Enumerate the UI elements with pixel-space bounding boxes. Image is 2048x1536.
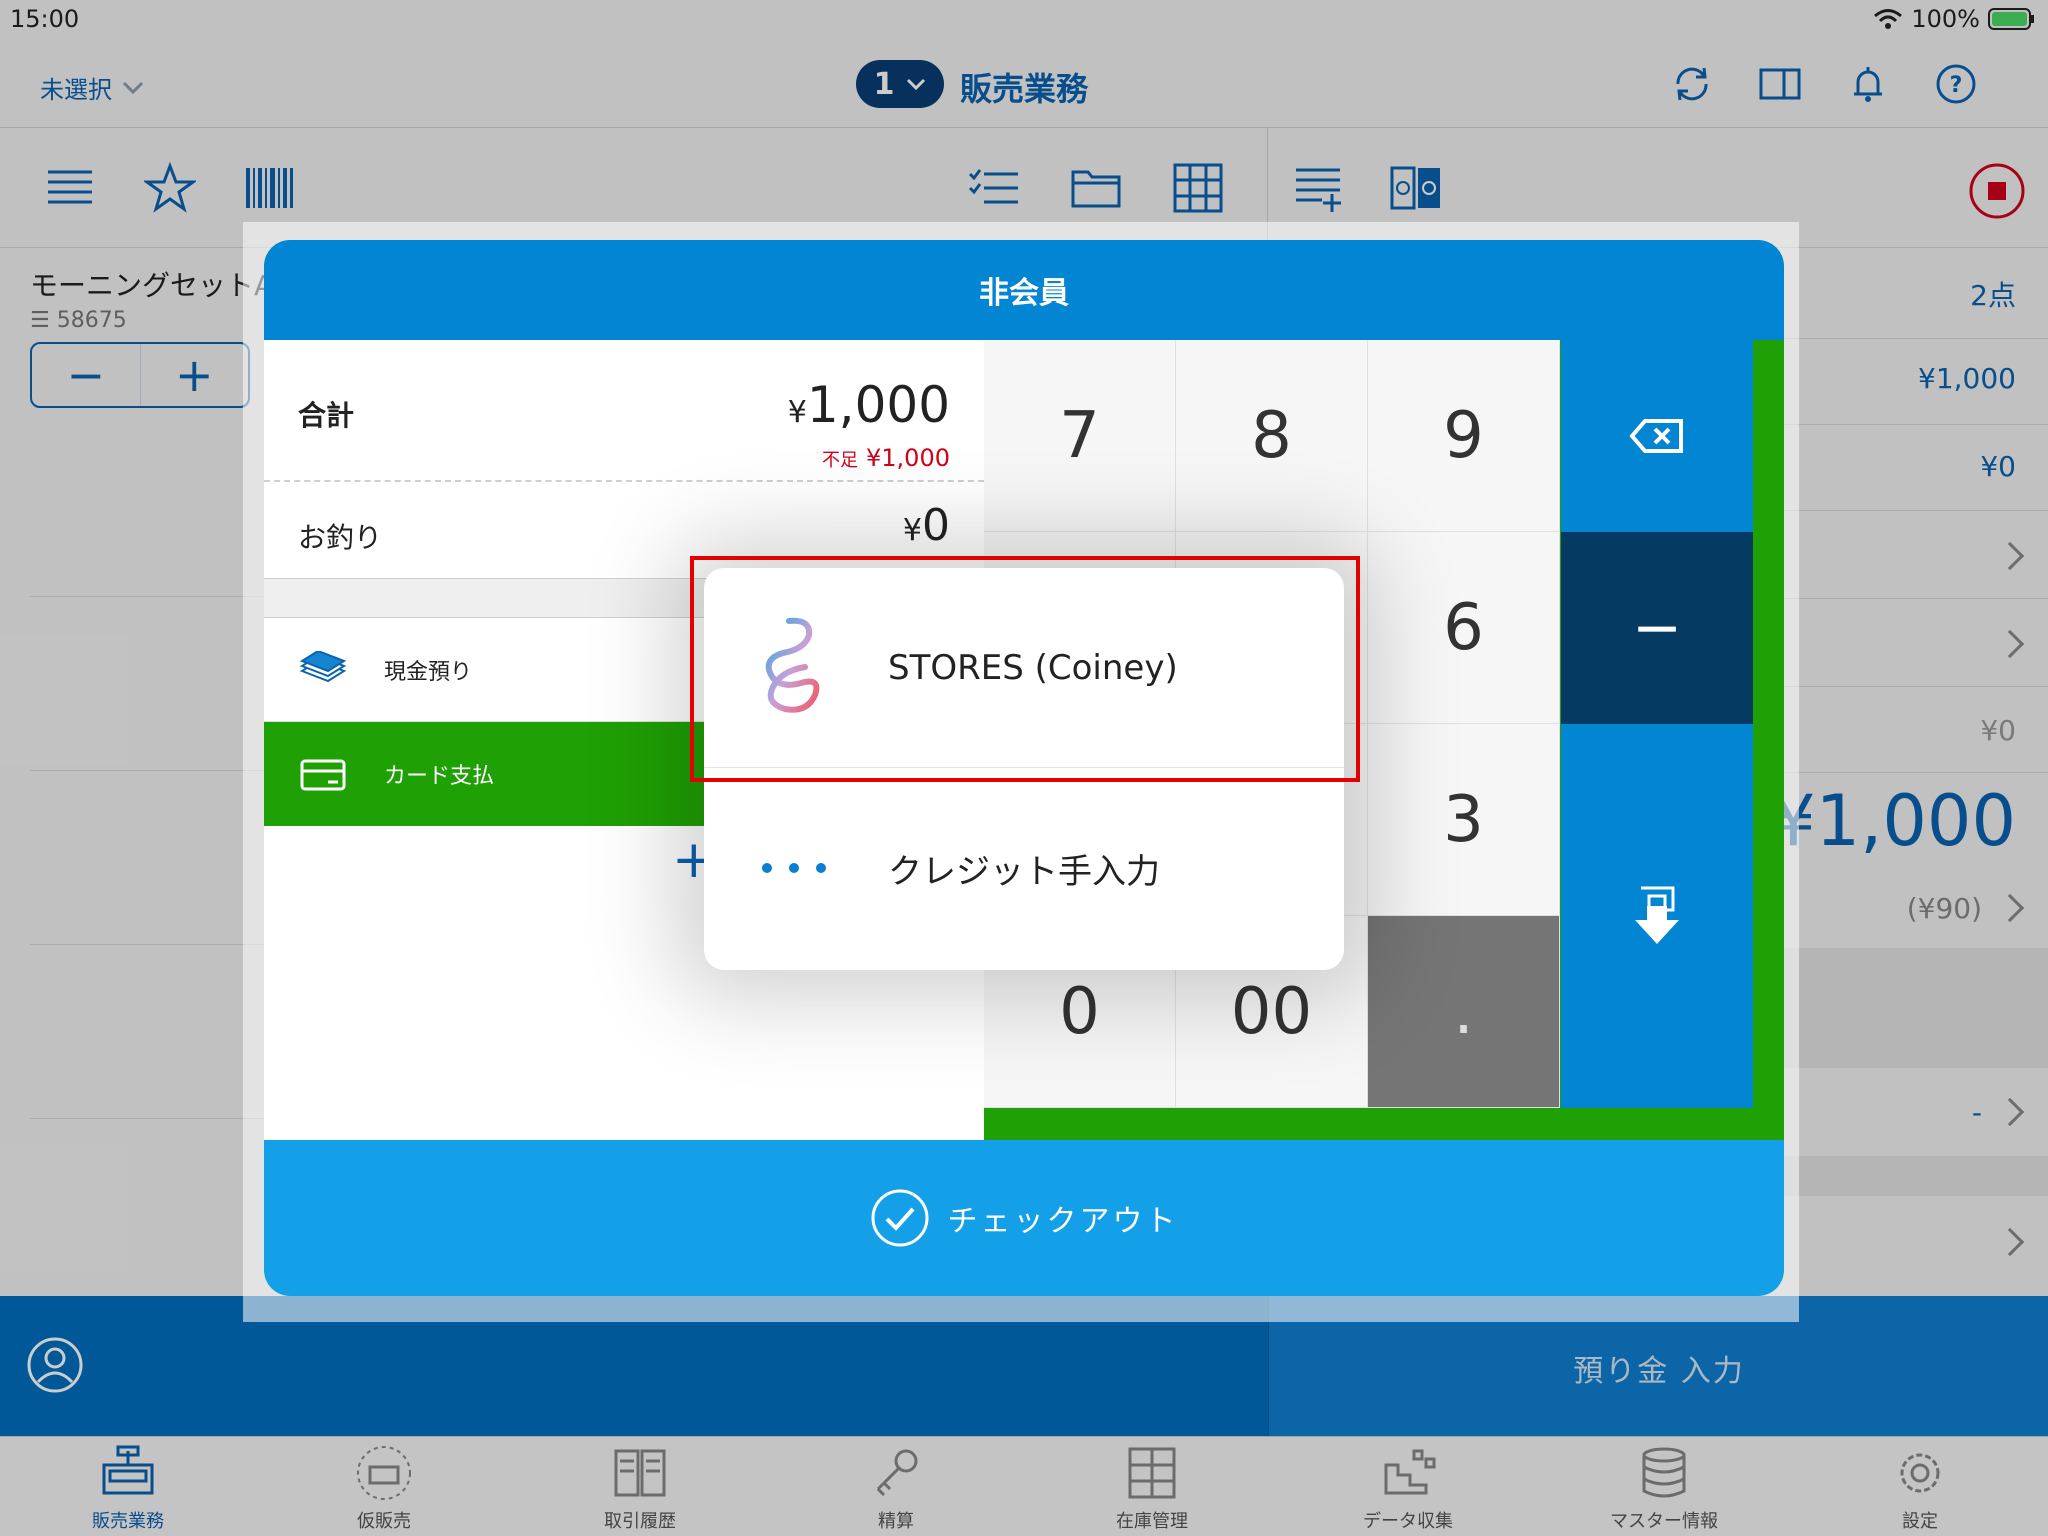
change-value: ¥0 bbox=[903, 500, 950, 551]
payment-method-label: カード支払 bbox=[384, 764, 495, 789]
payment-method-label: 現金預り bbox=[384, 659, 473, 685]
total-amount: 1,000 bbox=[806, 376, 950, 434]
highlight-box bbox=[690, 556, 1360, 782]
key-8[interactable]: 8 bbox=[1176, 340, 1368, 532]
option-label: クレジット手入力 bbox=[888, 851, 1160, 892]
key-6[interactable]: 6 bbox=[1368, 532, 1560, 724]
backspace-icon bbox=[1629, 419, 1683, 453]
yen-symbol: ¥ bbox=[787, 395, 807, 430]
yen-symbol: ¥ bbox=[902, 513, 922, 548]
modal-title: 非会員 bbox=[264, 240, 1784, 340]
check-circle-icon bbox=[871, 1189, 928, 1247]
shortage-label: 不足 bbox=[822, 450, 859, 471]
enter-button[interactable] bbox=[1561, 724, 1753, 1108]
minus-button[interactable]: − bbox=[1561, 532, 1753, 724]
total-value: ¥1,000 bbox=[788, 376, 950, 434]
backspace-button[interactable] bbox=[1561, 340, 1753, 532]
enter-icon bbox=[1635, 886, 1679, 944]
card-icon bbox=[300, 759, 346, 791]
total-label: 合計 bbox=[298, 399, 355, 432]
key-7[interactable]: 7 bbox=[984, 340, 1176, 532]
key-3[interactable]: 3 bbox=[1368, 724, 1560, 916]
more-icon bbox=[744, 813, 844, 923]
shortage: 不足 ¥1,000 bbox=[822, 444, 950, 472]
checkout-button[interactable]: チェックアウト bbox=[264, 1140, 1784, 1296]
key-decimal[interactable]: . bbox=[1368, 916, 1560, 1108]
change-label: お釣り bbox=[298, 521, 383, 554]
divider bbox=[264, 480, 984, 482]
key-9[interactable]: 9 bbox=[1368, 340, 1560, 532]
shortage-value: ¥1,000 bbox=[866, 444, 950, 472]
option-manual-credit[interactable]: クレジット手入力 bbox=[704, 768, 1344, 968]
checkout-label: チェックアウト bbox=[947, 1204, 1179, 1239]
change-amount: 0 bbox=[922, 500, 950, 551]
cash-icon bbox=[299, 650, 347, 682]
